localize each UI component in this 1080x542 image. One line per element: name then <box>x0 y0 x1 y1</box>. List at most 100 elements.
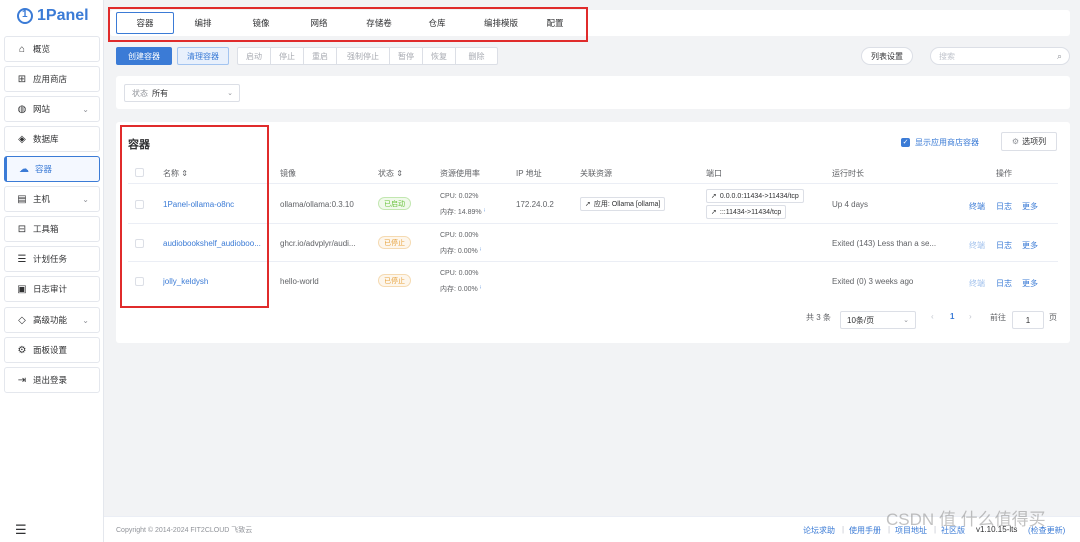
sidebar-item-toolbox[interactable]: ⊟ 工具箱 <box>4 216 100 242</box>
logs-link[interactable]: 日志 <box>996 201 1012 212</box>
terminal-link[interactable]: 终端 <box>969 240 985 251</box>
port-tag[interactable]: ➚ 0.0.0.0:11434->11434/tcp <box>706 189 804 203</box>
resume-button[interactable]: 恢复 <box>422 47 456 65</box>
status-filter-select[interactable]: 状态 所有 ⌄ <box>124 84 240 102</box>
next-page-button[interactable]: › <box>969 312 972 321</box>
uptime: Up 4 days <box>832 200 869 209</box>
container-name-link[interactable]: 1Panel-ollama-o8nc <box>163 200 273 209</box>
prev-page-button[interactable]: ‹ <box>931 312 934 321</box>
sidebar-item-label: 网站 <box>33 104 51 114</box>
create-container-button[interactable]: 创建容器 <box>116 47 172 65</box>
sidebar-item-logout[interactable]: ⇥ 退出登录 <box>4 367 100 393</box>
tab-compose-template[interactable]: 编排模版 <box>472 12 530 34</box>
goto-page-input[interactable]: 1 <box>1012 311 1044 329</box>
logs-link[interactable]: 日志 <box>996 240 1012 251</box>
pause-button[interactable]: 暂停 <box>389 47 423 65</box>
row-checkbox[interactable] <box>135 277 144 286</box>
search-input[interactable]: 搜索 ⌕ <box>930 47 1070 65</box>
show-appstore-label: 显示应用商店容器 <box>915 138 979 147</box>
sidebar-item-label: 退出登录 <box>33 375 68 385</box>
more-link[interactable]: 更多 <box>1022 278 1038 289</box>
chevron-down-icon: ⌄ <box>82 104 89 114</box>
tab-config[interactable]: 配置 <box>532 12 578 34</box>
container-name-link[interactable]: jolly_keldysh <box>163 277 208 286</box>
tab-image[interactable]: 镜像 <box>238 12 284 34</box>
sidebar-item-audit-log[interactable]: ▣ 日志审计 <box>4 276 100 302</box>
diamond-icon: ◇ <box>18 314 26 326</box>
sidebar-item-host[interactable]: ▤ 主机 ⌄ <box>4 186 100 212</box>
clean-containers-button[interactable]: 清理容器 <box>177 47 229 65</box>
col-header-status[interactable]: 状态 ⇕ <box>378 168 403 179</box>
delete-button[interactable]: 删除 <box>455 47 498 65</box>
container-toolbar: 创建容器 清理容器 启动 停止 重启 强制停止 暂停 恢复 删除 列表设置 搜索… <box>110 43 1070 69</box>
sidebar-item-label: 计划任务 <box>33 254 68 264</box>
goto-label: 前往 <box>990 313 1006 322</box>
logo[interactable]: 1Panel <box>0 0 103 32</box>
page-suffix-label: 页 <box>1049 313 1057 322</box>
row-checkbox[interactable] <box>135 200 144 209</box>
restart-button[interactable]: 重启 <box>303 47 337 65</box>
force-stop-button[interactable]: 强制停止 <box>336 47 390 65</box>
col-header-name[interactable]: 名称 ⇕ <box>163 168 188 179</box>
container-list-panel: 容器 ✓ 显示应用商店容器 ⚙ 选项列 名称 ⇕ 镜像 状态 ⇕ 资源使用率 I… <box>116 122 1070 343</box>
menu-collapse-icon[interactable]: ☰ <box>15 522 27 538</box>
container-tabs: 容器 编排 镜像 网络 存储卷 仓库 编排模版 配置 <box>110 10 1070 36</box>
page-size-select[interactable]: 10条/页 ⌄ <box>840 311 916 329</box>
tab-container[interactable]: 容器 <box>116 12 174 34</box>
forum-link[interactable]: 论坛求助 <box>803 525 835 536</box>
divider <box>128 223 1058 224</box>
home-icon: ⌂ <box>18 43 26 55</box>
memory-usage: 内存: 14.89% ⁱ <box>440 207 485 217</box>
sidebar-item-container[interactable]: ☁ 容器 <box>4 156 100 182</box>
more-link[interactable]: 更多 <box>1022 201 1038 212</box>
sidebar-item-website[interactable]: ◍ 网站 ⌄ <box>4 96 100 122</box>
column-options-button[interactable]: ⚙ 选项列 <box>1001 132 1057 151</box>
sidebar-item-database[interactable]: ◈ 数据库 <box>4 126 100 152</box>
tab-compose[interactable]: 编排 <box>180 12 226 34</box>
info-icon[interactable]: ⁱ <box>480 286 481 293</box>
tab-volume[interactable]: 存储卷 <box>354 12 404 34</box>
info-icon[interactable]: ⁱ <box>480 248 481 255</box>
list-settings-button[interactable]: 列表设置 <box>861 47 913 65</box>
related-app-label: 应用: Ollama [ollama] <box>593 201 661 208</box>
more-link[interactable]: 更多 <box>1022 240 1038 251</box>
terminal-link[interactable]: 终端 <box>969 201 985 212</box>
tab-network[interactable]: 网络 <box>296 12 342 34</box>
start-button[interactable]: 启动 <box>237 47 271 65</box>
sidebar-item-settings[interactable]: ⚙ 面板设置 <box>4 337 100 363</box>
divider <box>128 261 1058 262</box>
port-tag[interactable]: ➚:::11434->11434/tcp <box>706 205 787 219</box>
cpu-usage: CPU: 0.00% <box>440 270 479 277</box>
chevron-down-icon: ⌄ <box>227 90 233 97</box>
sidebar-item-appstore[interactable]: ⊞ 应用商店 <box>4 66 100 92</box>
status-badge: 已停止 <box>378 274 411 287</box>
link-icon: ➚ <box>585 201 591 208</box>
sidebar-item-advanced[interactable]: ◇ 高级功能 ⌄ <box>4 307 100 333</box>
sidebar-item-label: 主机 <box>33 194 51 204</box>
related-app-tag[interactable]: ➚ 应用: Ollama [ollama] <box>580 197 666 211</box>
col-header-usage: 资源使用率 <box>440 169 480 178</box>
stop-button[interactable]: 停止 <box>270 47 304 65</box>
memory-usage: 内存: 0.00% ⁱ <box>440 284 481 294</box>
select-all-checkbox[interactable] <box>135 168 144 177</box>
show-appstore-containers-checkbox[interactable]: ✓ 显示应用商店容器 <box>901 137 979 148</box>
sidebar-item-label: 日志审计 <box>33 284 68 294</box>
page-number-current[interactable]: 1 <box>950 312 954 321</box>
logs-link[interactable]: 日志 <box>996 278 1012 289</box>
sidebar-item-label: 容器 <box>35 164 53 174</box>
terminal-link[interactable]: 终端 <box>969 278 985 289</box>
logout-icon: ⇥ <box>17 374 27 386</box>
row-checkbox[interactable] <box>135 239 144 248</box>
tab-repository[interactable]: 仓库 <box>414 12 460 34</box>
sidebar-item-overview[interactable]: ⌂ 概览 <box>4 36 100 62</box>
info-icon[interactable]: ⁱ <box>484 209 485 216</box>
port-label: 0.0.0.0:11434->11434/tcp <box>719 192 799 200</box>
divider: | <box>842 525 845 534</box>
container-name-link[interactable]: audiobookshelf_audioboo... <box>163 239 268 248</box>
divider <box>128 183 1058 184</box>
col-header-port: 端口 <box>706 169 722 178</box>
chevron-down-icon: ⌄ <box>82 194 89 204</box>
memory-usage: 内存: 0.00% ⁱ <box>440 246 481 256</box>
manual-link[interactable]: 使用手册 <box>849 525 881 536</box>
sidebar-item-cron[interactable]: ☰ 计划任务 <box>4 246 100 272</box>
